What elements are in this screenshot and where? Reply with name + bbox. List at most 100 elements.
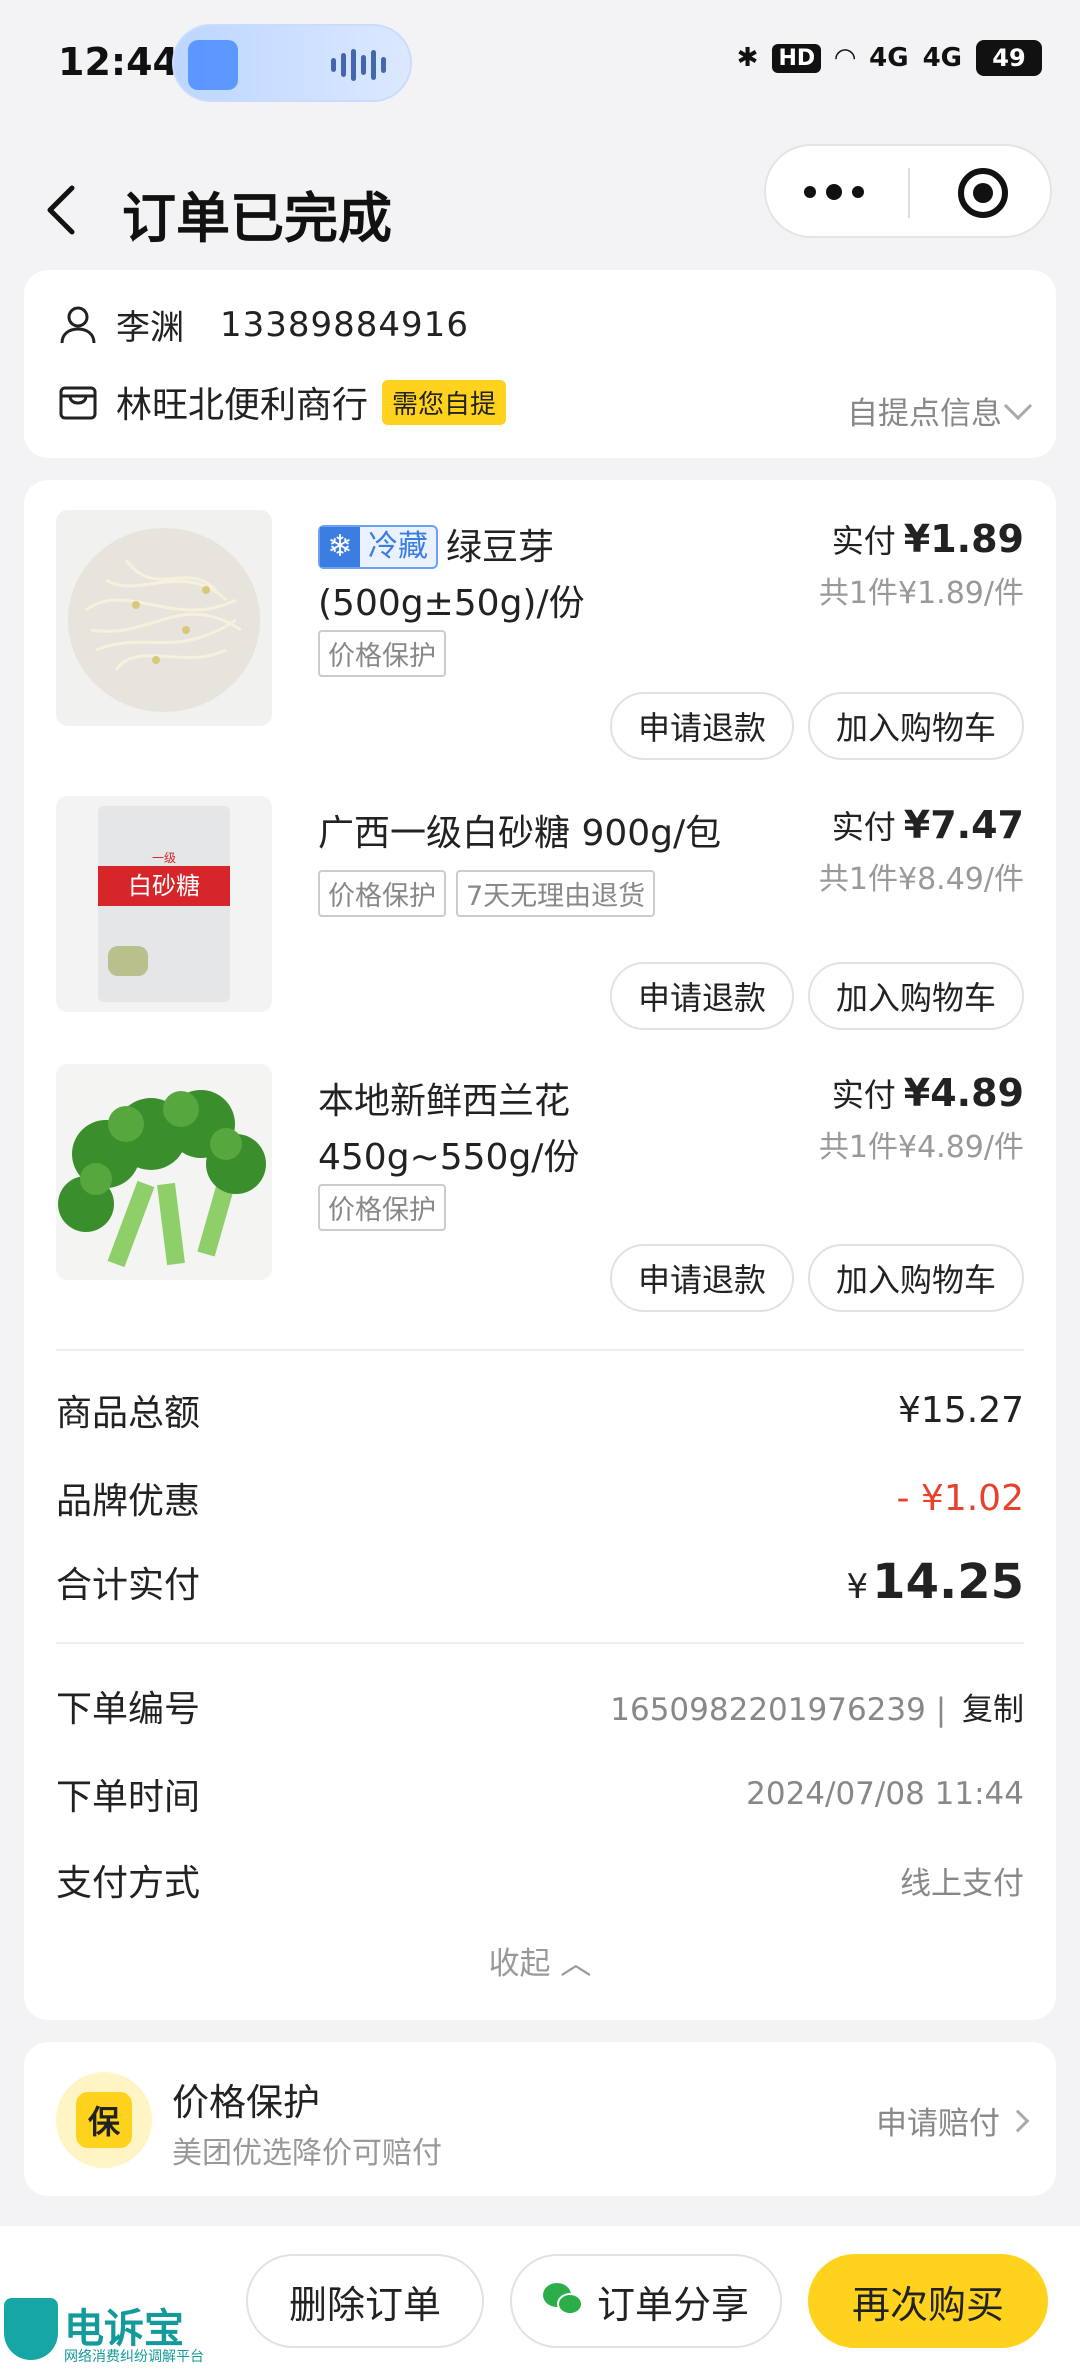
shield-badge-icon: 保: [56, 2072, 152, 2168]
bluetooth-icon: ✱: [736, 43, 759, 73]
order-no-label: 下单编号: [56, 1689, 201, 1730]
chevron-down-icon: [1003, 391, 1033, 420]
collapse-toggle[interactable]: 收起 ︿: [24, 1938, 1056, 1983]
wechat-icon: [542, 2283, 585, 2319]
price-protection-title: 价格保护: [172, 2081, 320, 2124]
unit-price: 共1件¥4.89/件: [818, 1130, 1024, 1165]
add-to-cart-button[interactable]: 加入购物车: [807, 692, 1024, 760]
nav-bar: 订单已完成: [0, 140, 1080, 270]
tag-price-protect: 价格保护: [318, 1184, 446, 1231]
price-protection-subtitle: 美团优选降价可赔付: [172, 2136, 442, 2171]
snowflake-icon: ❄: [320, 527, 360, 567]
status-bar: 12:44 ✱ HD ◠ 4G 4G 49: [0, 0, 1080, 130]
order-time-label: 下单时间: [56, 1777, 201, 1818]
product-image-broccoli[interactable]: [56, 1064, 272, 1280]
pay-method-value: 线上支付: [900, 1865, 1024, 1902]
discount-label: 品牌优惠: [56, 1481, 201, 1522]
product-price: 实付 ¥4.89 共1件¥4.89/件: [818, 1071, 1024, 1165]
user-name: 李渊: [116, 308, 184, 348]
add-to-cart-button[interactable]: 加入购物车: [807, 962, 1024, 1030]
share-order-button[interactable]: 订单分享: [510, 2254, 782, 2348]
product-price: 实付 ¥1.89 共1件¥1.89/件: [818, 517, 1024, 611]
chevron-right-icon: [1006, 2109, 1030, 2132]
paid-amount: ¥1.89: [903, 517, 1024, 561]
chevron-up-icon: ︿: [560, 1946, 592, 1982]
pickup-card: 李渊 13389884916 林旺北便利商行 需您自提 自提点信息: [24, 270, 1056, 458]
miniprogram-capsule: [764, 144, 1052, 238]
user-icon: [60, 306, 96, 343]
goods-total-row: 商品总额 ¥15.27: [56, 1384, 1024, 1436]
product-name[interactable]: 广西一级白砂糖 900g/包: [318, 806, 778, 862]
discount-value: - ¥1.02: [896, 1477, 1025, 1519]
order-no-row: 下单编号 1650982201976239 | 复制: [56, 1680, 1024, 1732]
page-title: 订单已完成: [122, 187, 392, 250]
product-image-sugar[interactable]: 白砂糖 一级: [56, 796, 272, 1012]
discount-row: 品牌优惠 - ¥1.02: [56, 1472, 1024, 1524]
hd-icon: HD: [772, 43, 822, 73]
product-name[interactable]: 本地新鲜西兰花 450g~550g/份: [318, 1074, 778, 1186]
more-icon[interactable]: [804, 184, 864, 200]
product-item: ❄ 冷藏 绿豆芽 (500g±50g)/份 价格保护 实付 ¥1.89 共1件¥1.8…: [56, 480, 1024, 760]
pickup-info-label: 自提点信息: [847, 396, 1002, 432]
product-item: 白砂糖 一级 广西一级白砂糖 900g/包 价格保护 7天无理由退货 实付 ¥7.…: [56, 766, 1024, 1036]
tag-price-protect: 价格保护: [318, 630, 446, 677]
divider: [56, 1642, 1024, 1644]
price-protection-card[interactable]: 保 价格保护 美团优选降价可赔付 申请赔付: [24, 2042, 1056, 2196]
signal-4g-icon-2: 4G: [922, 43, 962, 73]
copy-button[interactable]: 复制: [962, 1692, 1024, 1728]
sugar-package-text: 白砂糖: [128, 872, 200, 900]
voice-assistant-pill[interactable]: [172, 24, 412, 102]
watermark-logo: 电诉宝 网络消费纠纷调解平台: [0, 2290, 220, 2376]
user-phone: 13389884916: [220, 304, 469, 345]
goods-total-value: ¥15.27: [898, 1389, 1024, 1431]
paid-total-row: 合计实付 ¥14.25: [56, 1554, 1024, 1610]
back-arrow-icon[interactable]: [42, 180, 82, 240]
product-tags: 价格保护: [318, 630, 446, 677]
divider: [56, 1349, 1024, 1351]
claim-link[interactable]: 申请赔付: [876, 2098, 1030, 2143]
pay-method-label: 支付方式: [56, 1863, 201, 1904]
close-miniprogram-icon[interactable]: [958, 168, 1008, 218]
pay-method-row: 支付方式 线上支付: [56, 1854, 1024, 1906]
shield-icon: [4, 2298, 58, 2360]
voice-wave-icon: [331, 48, 386, 82]
self-pickup-badge: 需您自提: [382, 379, 507, 425]
order-card: ❄ 冷藏 绿豆芽 (500g±50g)/份 价格保护 实付 ¥1.89 共1件¥1.8…: [24, 480, 1056, 2020]
unit-price: 共1件¥8.49/件: [818, 862, 1024, 897]
cold-storage-badge: ❄ 冷藏: [318, 525, 438, 569]
order-no-value: 1650982201976239 | 复制: [610, 1691, 1024, 1728]
refund-button[interactable]: 申请退款: [609, 962, 794, 1030]
sugar-package-grade: 一级: [152, 851, 176, 865]
order-time-value: 2024/07/08 11:44: [746, 1776, 1024, 1812]
paid-total-label: 合计实付: [56, 1565, 201, 1606]
product-actions: 申请退款 加入购物车: [609, 962, 1024, 1030]
status-time: 12:44: [58, 40, 179, 84]
product-name[interactable]: ❄ 冷藏 绿豆芽 (500g±50g)/份: [318, 520, 778, 632]
battery-icon: 49: [976, 40, 1042, 76]
product-tags: 价格保护 7天无理由退货: [318, 870, 656, 917]
product-price: 实付 ¥7.47 共1件¥8.49/件: [818, 803, 1024, 897]
add-to-cart-button[interactable]: 加入购物车: [807, 1244, 1024, 1312]
product-image-bean-sprouts[interactable]: [56, 510, 272, 726]
store-name: 林旺北便利商行: [116, 385, 369, 426]
product-actions: 申请退款 加入购物车: [609, 692, 1024, 760]
system-icons: ✱ HD ◠ 4G 4G 49: [737, 40, 1042, 76]
product-item: 本地新鲜西兰花 450g~550g/份 价格保护 实付 ¥4.89 共1件¥4.8…: [56, 1034, 1024, 1324]
order-time-row: 下单时间 2024/07/08 11:44: [56, 1768, 1024, 1820]
refund-button[interactable]: 申请退款: [609, 1244, 794, 1312]
user-row: 李渊 13389884916: [56, 300, 469, 349]
signal-4g-icon: 4G: [869, 43, 909, 73]
product-actions: 申请退款 加入购物车: [609, 1244, 1024, 1312]
pickup-info-link[interactable]: 自提点信息: [847, 388, 1033, 433]
buy-again-button[interactable]: 再次购买: [808, 2254, 1048, 2348]
refund-button[interactable]: 申请退款: [609, 692, 794, 760]
tag-price-protect: 价格保护: [318, 870, 446, 917]
unit-price: 共1件¥1.89/件: [818, 576, 1024, 611]
store-row: 林旺北便利商行 需您自提: [56, 376, 507, 428]
capsule-divider: [908, 168, 910, 218]
wifi-icon: ◠: [835, 43, 856, 73]
paid-amount: ¥7.47: [903, 803, 1024, 847]
product-tags: 价格保护: [318, 1184, 446, 1231]
delete-order-button[interactable]: 删除订单: [246, 2254, 484, 2348]
goods-total-label: 商品总额: [56, 1393, 201, 1434]
